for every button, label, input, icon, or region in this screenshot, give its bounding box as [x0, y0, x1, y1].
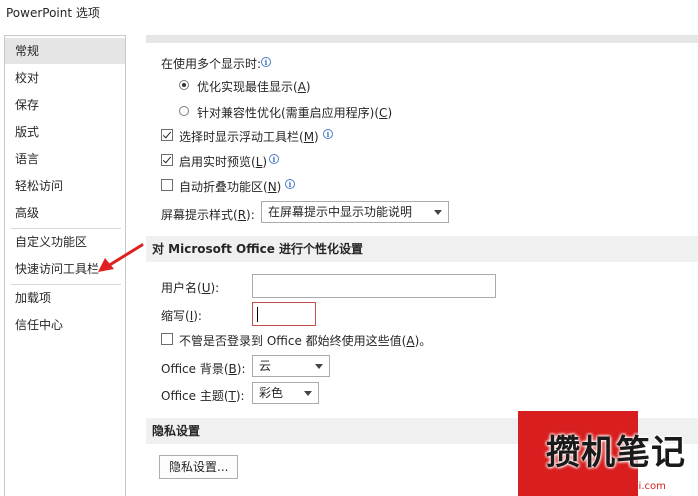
sidebar-item-proofing[interactable]: 校对	[5, 65, 125, 91]
sidebar-item-save[interactable]: 保存	[5, 92, 125, 118]
live-preview-checkbox[interactable]	[161, 154, 173, 166]
screentip-style-label: 屏幕提示样式(R):	[161, 208, 255, 222]
privacy-settings-button[interactable]: 隐私设置...	[159, 455, 239, 479]
sidebar-item-general[interactable]: 常规	[5, 38, 125, 64]
always-use-values-checkbox[interactable]	[161, 333, 173, 345]
mini-toolbar-checkbox[interactable]	[161, 129, 173, 141]
always-use-values-label[interactable]: 不管是否登录到 Office 都始终使用这些值(A)。	[179, 332, 431, 349]
sidebar-item-language[interactable]: 语言	[5, 146, 125, 172]
info-icon[interactable]: i	[323, 129, 333, 139]
office-background-label: Office 背景(B):	[161, 362, 246, 376]
watermark-text: 攒机笔记	[546, 433, 686, 473]
personalize-section-heading: 对 Microsoft Office 进行个性化设置	[146, 236, 698, 262]
title-bar: PowerPoint 选项	[0, 0, 698, 28]
office-theme-dropdown[interactable]: 彩色	[252, 382, 319, 404]
chevron-down-icon	[304, 391, 312, 396]
initials-input[interactable]	[252, 302, 316, 326]
office-background-dropdown[interactable]: 云	[252, 355, 330, 377]
optimize-display-radio[interactable]	[179, 80, 189, 90]
initials-label: 缩写(I):	[161, 309, 202, 323]
sidebar-item-add-ins[interactable]: 加载项	[5, 285, 125, 311]
text-caret	[257, 307, 258, 322]
collapse-ribbon-label[interactable]: 自动折叠功能区(N)	[179, 178, 281, 195]
multi-display-label: 在使用多个显示时:	[161, 57, 262, 71]
sidebar-item-trust-center[interactable]: 信任中心	[5, 312, 125, 338]
compatibility-radio[interactable]	[179, 106, 189, 116]
watermark-logo: 攒机笔记 www.cuanjibiji.com	[518, 411, 698, 496]
watermark-url: www.cuanjibiji.com	[570, 481, 666, 492]
window-title: PowerPoint 选项	[6, 6, 100, 20]
optimize-display-label[interactable]: 优化实现最佳显示(A)	[197, 78, 311, 95]
chevron-down-icon	[434, 210, 442, 215]
screentip-style-dropdown[interactable]: 在屏幕提示中显示功能说明	[261, 201, 449, 223]
info-icon[interactable]: i	[285, 179, 295, 189]
live-preview-label[interactable]: 启用实时预览(L)	[179, 153, 267, 170]
sidebar-item-accessibility[interactable]: 轻松访问	[5, 173, 125, 199]
collapse-ribbon-checkbox[interactable]	[161, 179, 173, 191]
sidebar-item-layout[interactable]: 版式	[5, 119, 125, 145]
username-label: 用户名(U):	[161, 281, 220, 295]
info-icon[interactable]: i	[269, 154, 279, 164]
top-section-band	[146, 35, 698, 43]
compatibility-label[interactable]: 针对兼容性优化(需重启应用程序)(C)	[197, 104, 392, 121]
mini-toolbar-label[interactable]: 选择时显示浮动工具栏(M)	[179, 128, 319, 145]
info-icon[interactable]: i	[261, 57, 271, 67]
office-theme-label: Office 主题(T):	[161, 389, 245, 403]
chevron-down-icon	[315, 364, 323, 369]
username-input[interactable]	[252, 274, 496, 298]
sidebar-item-advanced[interactable]: 高级	[5, 200, 125, 226]
